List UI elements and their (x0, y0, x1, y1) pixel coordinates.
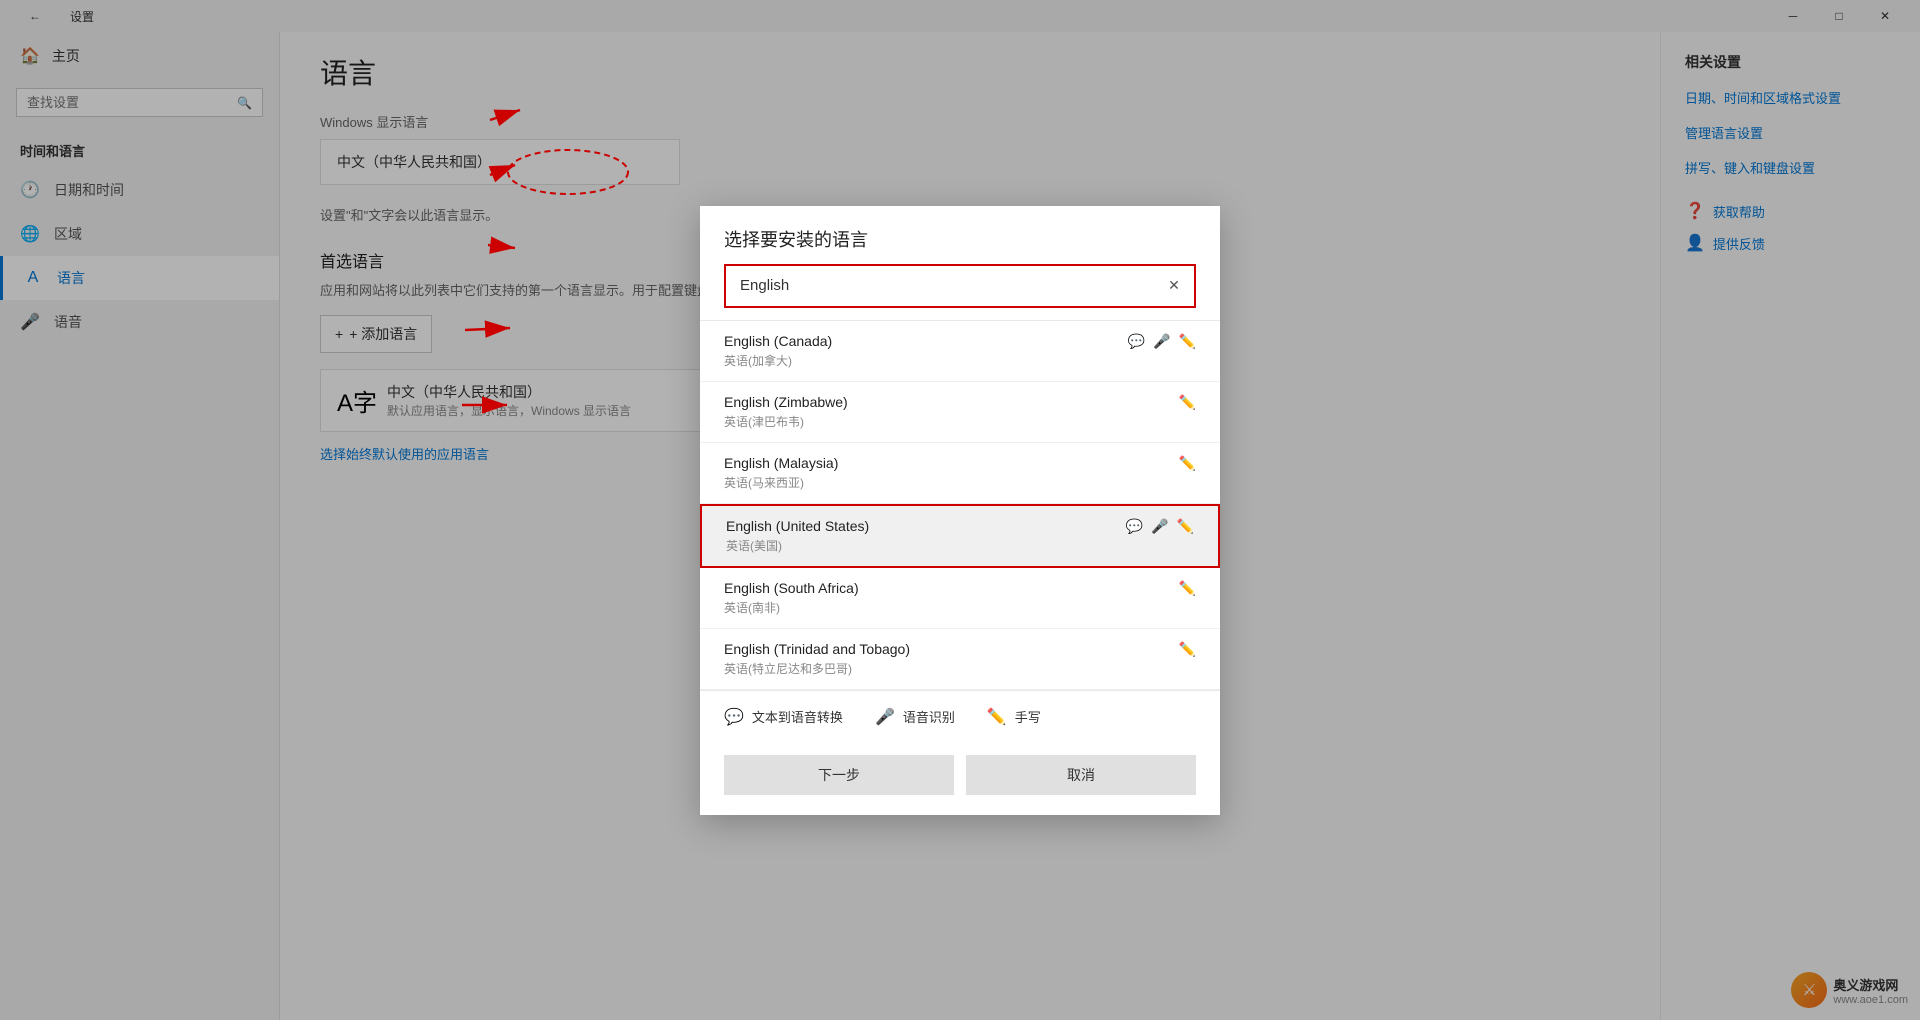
lang-item-sub-en-ZW: 英语(津巴布韦) (724, 413, 1196, 430)
speech-icon-us: 💬 (1126, 518, 1143, 535)
lang-item-sub-en-ZA: 英语(南非) (724, 599, 1196, 616)
speech-icon: 💬 (1128, 333, 1145, 350)
dialog-search-box: ✕ (724, 264, 1196, 308)
lang-item-name-en-US: English (United States) 💬 🎤 ✏️ (726, 518, 1194, 535)
lang-list-item-en-CA[interactable]: English (Canada) 💬 🎤 ✏️ 英语(加拿大) (700, 321, 1220, 382)
lang-list-item-en-MY[interactable]: English (Malaysia) ✏️ 英语(马来西亚) (700, 443, 1220, 504)
lang-item-sub-en-US: 英语(美国) (726, 537, 1194, 554)
language-list: English (Canada) 💬 🎤 ✏️ 英语(加拿大) English … (700, 320, 1220, 690)
lang-item-icons-en-US: 💬 🎤 ✏️ (1126, 518, 1194, 535)
lang-item-sub-en-MY: 英语(马来西亚) (724, 474, 1196, 491)
lang-item-name-en-ZA: English (South Africa) ✏️ (724, 580, 1196, 597)
dialog-search-area: ✕ (700, 264, 1220, 320)
legend-label-1: 语音识别 (903, 707, 955, 726)
lang-item-name-en-CA: English (Canada) 💬 🎤 ✏️ (724, 333, 1196, 350)
lang-list-item-en-ZW[interactable]: English (Zimbabwe) ✏️ 英语(津巴布韦) (700, 382, 1220, 443)
pen-icon-zw: ✏️ (1179, 394, 1196, 411)
dialog-legend: 💬 文本到语音转换 🎤 语音识别 ✏️ 手写 (700, 690, 1220, 743)
dialog-search-input[interactable] (726, 267, 1154, 304)
lang-item-name-en-TT: English (Trinidad and Tobago) ✏️ (724, 641, 1196, 658)
dialog-header: 选择要安装的语言 (700, 206, 1220, 264)
dialog-actions: 下一步 取消 (700, 743, 1220, 815)
legend-label-2: 手写 (1015, 707, 1041, 726)
pen-icon-tt: ✏️ (1179, 641, 1196, 658)
lang-item-icons-en-ZW: ✏️ (1179, 394, 1196, 411)
legend-item-2: ✏️ 手写 (987, 707, 1041, 727)
modal-overlay: 选择要安装的语言 ✕ English (Canada) 💬 🎤 ✏️ 英 (0, 0, 1920, 1020)
lang-item-sub-en-CA: 英语(加拿大) (724, 352, 1196, 369)
lang-item-sub-en-TT: 英语(特立尼达和多巴哥) (724, 660, 1196, 677)
legend-label-0: 文本到语音转换 (752, 707, 843, 726)
mic-icon: 🎤 (1153, 333, 1170, 350)
lang-list-item-en-TT[interactable]: English (Trinidad and Tobago) ✏️ 英语(特立尼达… (700, 629, 1220, 690)
pen-icon: ✏️ (1179, 333, 1196, 350)
pen-icon-my: ✏️ (1179, 455, 1196, 472)
lang-list-item-en-US[interactable]: English (United States) 💬 🎤 ✏️ 英语(美国) (700, 504, 1220, 568)
lang-item-name-en-MY: English (Malaysia) ✏️ (724, 455, 1196, 472)
legend-pen-icon: ✏️ (987, 707, 1007, 727)
lang-item-name-en-ZW: English (Zimbabwe) ✏️ (724, 394, 1196, 411)
lang-item-icons-en-ZA: ✏️ (1179, 580, 1196, 597)
legend-item-0: 💬 文本到语音转换 (724, 707, 843, 727)
dialog-search-clear-button[interactable]: ✕ (1154, 266, 1194, 306)
language-install-dialog: 选择要安装的语言 ✕ English (Canada) 💬 🎤 ✏️ 英 (700, 206, 1220, 815)
cancel-button[interactable]: 取消 (966, 755, 1196, 795)
next-button[interactable]: 下一步 (724, 755, 954, 795)
mic-icon-us: 🎤 (1151, 518, 1168, 535)
pen-icon-us: ✏️ (1177, 518, 1194, 535)
lang-list-item-en-ZA[interactable]: English (South Africa) ✏️ 英语(南非) (700, 568, 1220, 629)
legend-mic-icon: 🎤 (875, 707, 895, 727)
pen-icon-za: ✏️ (1179, 580, 1196, 597)
legend-item-1: 🎤 语音识别 (875, 707, 955, 727)
lang-item-icons-en-TT: ✏️ (1179, 641, 1196, 658)
lang-item-icons-en-MY: ✏️ (1179, 455, 1196, 472)
lang-item-icons-en-CA: 💬 🎤 ✏️ (1128, 333, 1196, 350)
dialog-title: 选择要安装的语言 (724, 226, 1196, 252)
legend-speech-icon: 💬 (724, 707, 744, 727)
